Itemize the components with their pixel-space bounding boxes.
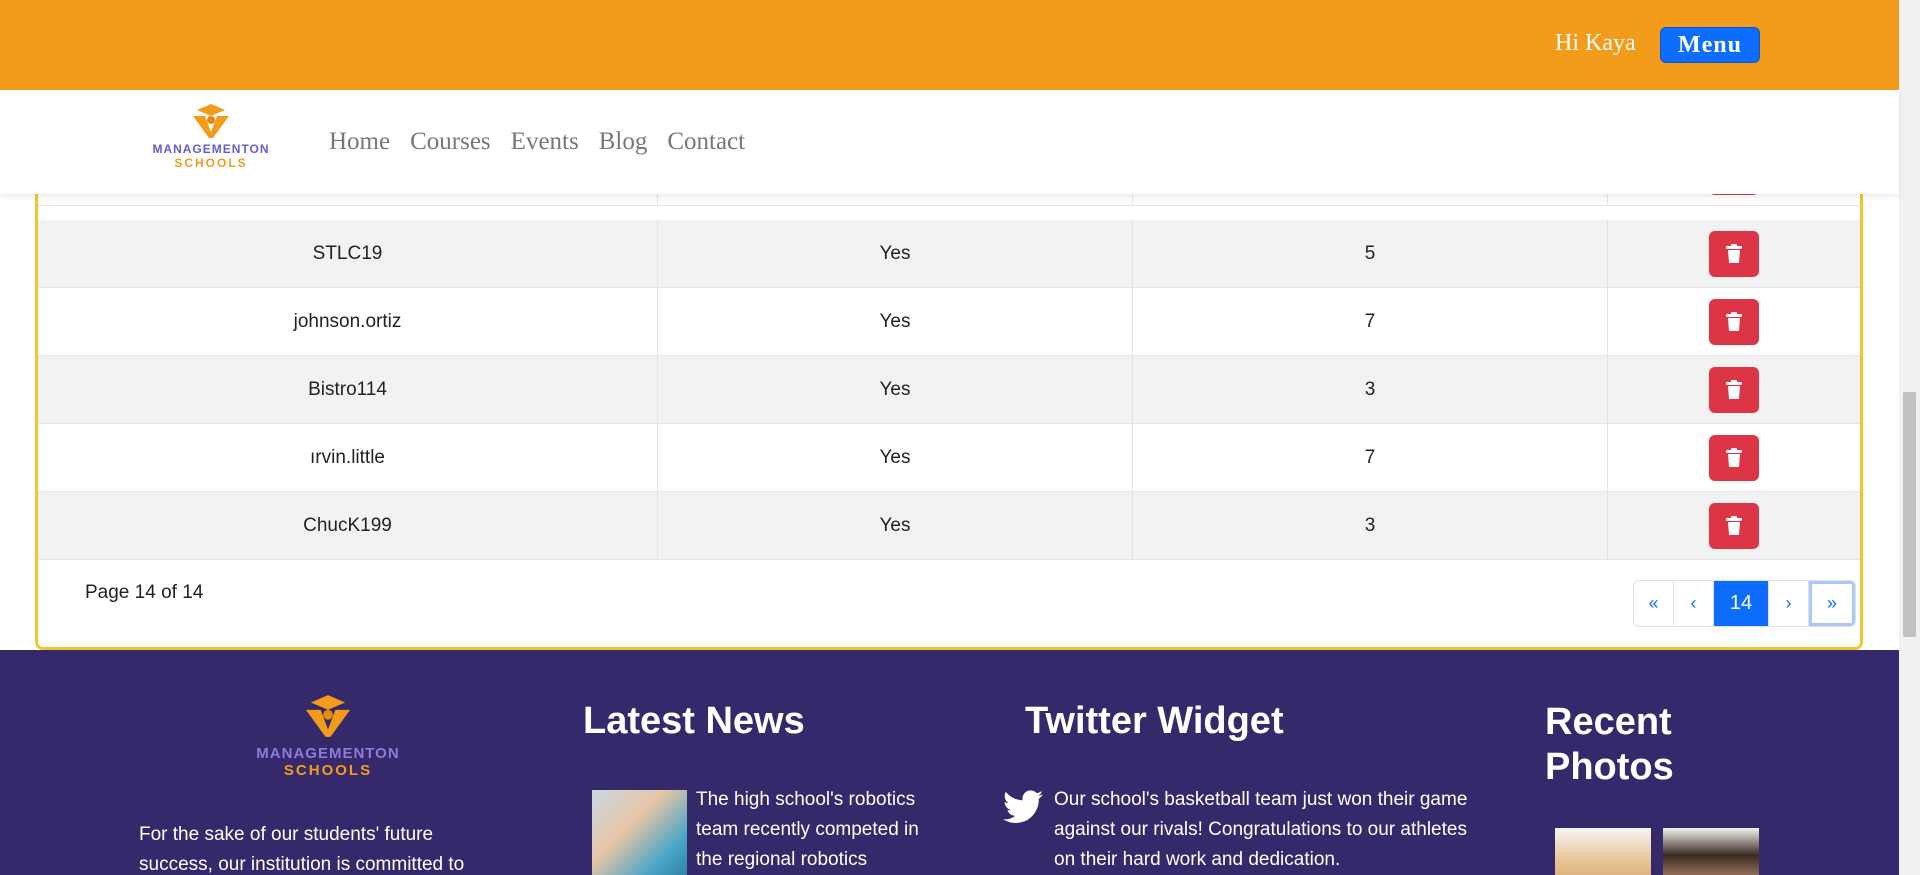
menu-button[interactable]: Menu [1660, 27, 1760, 63]
recent-photo[interactable] [1663, 828, 1759, 875]
first-page-button[interactable]: « [1634, 581, 1674, 626]
twitter-widget-heading: Twitter Widget [1025, 700, 1284, 742]
trash-icon [1726, 447, 1742, 467]
next-page-button[interactable]: › [1769, 581, 1809, 626]
count-cell: 7 [1133, 288, 1608, 355]
table-row: johnson.ortiz Yes 7 [38, 288, 1860, 356]
trash-icon [1726, 311, 1742, 331]
nav-events[interactable]: Events [511, 128, 579, 156]
count-cell: 5 [1133, 220, 1608, 287]
recent-photos-heading: Recent Photos [1545, 701, 1674, 788]
nav-courses[interactable]: Courses [410, 128, 491, 156]
username-cell: ChucK199 [38, 492, 658, 559]
count-cell: 3 [1133, 356, 1608, 423]
count-cell: 7 [1133, 424, 1608, 491]
page-scrollbar[interactable] [1899, 0, 1920, 875]
prev-page-button[interactable]: ‹ [1674, 581, 1714, 626]
username-cell: johnson.ortiz [38, 288, 658, 355]
delete-button[interactable] [1709, 502, 1759, 549]
nav-contact[interactable]: Contact [667, 128, 745, 156]
table-row: ChucK199 Yes 3 [38, 492, 1860, 560]
site-logo[interactable]: MANAGEMENTON SCHOOLS [147, 102, 275, 176]
recent-photo[interactable] [1555, 828, 1651, 875]
active-cell: Yes [658, 220, 1133, 287]
footer: MANAGEMENTON SCHOOLS For the sake of our… [0, 650, 1899, 875]
active-cell: Yes [658, 356, 1133, 423]
delete-button[interactable] [1709, 366, 1759, 413]
school-logo-icon [193, 104, 229, 138]
main-nav: Home Courses Events Blog Contact [329, 128, 745, 156]
footer-about-text: For the sake of our students' future suc… [139, 824, 465, 875]
users-table-card: STLC19 Yes 5 johnson.ortiz Yes 7 Bistro1… [35, 150, 1863, 650]
table-row: ırvin.little Yes 7 [38, 424, 1860, 492]
trash-icon [1726, 515, 1742, 535]
logo-line2: SCHOOLS [283, 762, 373, 779]
trash-icon [1726, 379, 1742, 399]
latest-news-heading: Latest News [583, 700, 805, 742]
last-page-button[interactable]: » [1809, 581, 1855, 626]
navbar: MANAGEMENTON SCHOOLS Home Courses Events… [0, 90, 1899, 194]
count-cell: 3 [1133, 492, 1608, 559]
username-cell: Bistro114 [38, 356, 658, 423]
logo-line1: MANAGEMENTON [152, 142, 270, 156]
news-item-text[interactable]: The high school's robotics team recently… [696, 785, 946, 875]
news-thumbnail[interactable] [592, 790, 687, 875]
trash-icon [1726, 243, 1742, 263]
school-logo-icon [305, 695, 351, 737]
pagination: « ‹ 14 › » [1633, 580, 1856, 627]
username-cell: ırvin.little [38, 424, 658, 491]
delete-button[interactable] [1709, 298, 1759, 345]
current-page-button[interactable]: 14 [1714, 581, 1769, 626]
twitter-icon [1003, 790, 1043, 823]
delete-button[interactable] [1709, 230, 1759, 277]
footer-logo[interactable]: MANAGEMENTON SCHOOLS [243, 692, 413, 779]
delete-button[interactable] [1709, 434, 1759, 481]
active-cell: Yes [658, 424, 1133, 491]
top-bar: Hi Kaya Menu [0, 0, 1899, 90]
page-info: Page 14 of 14 [85, 582, 204, 603]
logo-line1: MANAGEMENTON [256, 745, 400, 762]
username-cell: STLC19 [38, 220, 658, 287]
active-cell: Yes [658, 492, 1133, 559]
logo-line2: SCHOOLS [174, 156, 248, 170]
user-greeting: Hi Kaya [1555, 30, 1636, 56]
tweet-text: Our school's basketball team just won th… [1054, 789, 1468, 870]
nav-home[interactable]: Home [329, 128, 390, 156]
scrollbar-thumb[interactable] [1903, 392, 1916, 637]
table-row: Bistro114 Yes 3 [38, 356, 1860, 424]
table-row: STLC19 Yes 5 [38, 220, 1860, 288]
nav-blog[interactable]: Blog [599, 128, 648, 156]
active-cell: Yes [658, 288, 1133, 355]
